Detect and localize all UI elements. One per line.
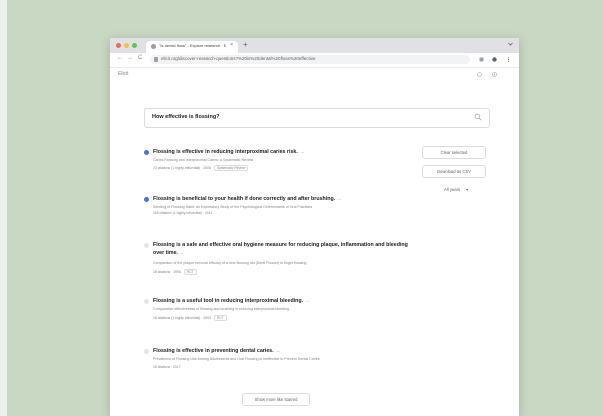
tab-close-icon[interactable]: ×	[230, 42, 233, 48]
claim-source: Caries Flossing and Interproximal Caries…	[153, 158, 254, 162]
claim-citations: 15 citations · 2017	[153, 365, 181, 369]
claim-title[interactable]: Flossing is a safe and effective oral hy…	[153, 242, 408, 256]
show-more-label: Show more like starred	[254, 397, 298, 402]
page-edge	[0, 0, 7, 416]
year-filter-select[interactable]: All years ▾	[444, 187, 468, 192]
tab-bar: "Is dental floss" - Explore research · E…	[110, 38, 519, 53]
claim-item[interactable]: Flossing is a safe and effective oral hy…	[144, 241, 424, 279]
browser-window: "Is dental floss" - Explore research · E…	[110, 38, 519, 416]
tab-title: "Is dental floss" - Explore research · E	[159, 43, 227, 48]
back-button[interactable]: ←	[117, 55, 123, 61]
reload-button[interactable]: C	[138, 55, 142, 61]
study-type-badge: Systematic Review	[213, 165, 249, 171]
chevron-down-icon: ▾	[466, 187, 469, 192]
search-query: How effective is flossing?	[152, 114, 220, 120]
close-window-button[interactable]	[116, 43, 121, 48]
claim-citations: 18 citations · 1998	[153, 270, 181, 274]
claim-meta: 18 citations (1 highly influential) · 20…	[153, 315, 227, 321]
search-input[interactable]: How effective is flossing?	[144, 108, 490, 128]
app-header: Elicit	[110, 68, 519, 82]
selected-check-icon[interactable]	[144, 150, 149, 155]
claim-item[interactable]: Flossing is effective in reducing interp…	[144, 148, 424, 176]
claim-meta: 18 citations · 1998 RCT	[153, 269, 197, 275]
address-bar[interactable]: elicit.org/discover-research-questions?%…	[150, 55, 470, 64]
unselected-check-icon[interactable]	[144, 299, 149, 304]
year-filter-value: All years	[444, 187, 461, 192]
claim-more-icon[interactable]: →	[299, 149, 304, 155]
forward-button[interactable]: →	[127, 55, 133, 61]
claim-item[interactable]: Flossing is effective in preventing dent…	[144, 347, 424, 375]
claim-title[interactable]: Flossing is a useful tool in reducing in…	[153, 298, 303, 304]
study-type-badge: RCT	[213, 315, 227, 321]
claim-title-wrap: Flossing is effective in reducing interp…	[153, 148, 413, 156]
browser-tab[interactable]: "Is dental floss" - Explore research · E…	[146, 41, 238, 53]
unselected-check-icon[interactable]	[144, 349, 149, 354]
claim-citations: 18 citations (1 highly influential) · 20…	[153, 316, 211, 320]
claim-title-wrap: Flossing is beneficial to your health if…	[153, 195, 413, 203]
download-csv-button[interactable]: Download as CSV	[422, 165, 486, 178]
settings-icon[interactable]	[492, 72, 497, 77]
claim-source: Prevalence of Flossing Use Among Adolesc…	[153, 357, 320, 361]
claim-source: Sending of Flossing Habit: an Explorator…	[153, 205, 313, 209]
claim-title[interactable]: Flossing is effective in reducing interp…	[153, 149, 298, 155]
unselected-check-icon[interactable]	[144, 243, 149, 248]
brand-logo[interactable]: Elicit	[118, 71, 129, 77]
claim-more-icon[interactable]: →	[337, 196, 342, 202]
claim-title-wrap: Flossing is effective in preventing dent…	[153, 347, 413, 355]
menu-icon[interactable]	[506, 57, 511, 62]
claim-title[interactable]: Flossing is beneficial to your health if…	[153, 196, 335, 202]
clear-selected-button[interactable]: Clear selected	[422, 146, 486, 159]
search-icon[interactable]	[474, 113, 482, 121]
selected-check-icon[interactable]	[144, 197, 149, 202]
minimize-window-button[interactable]	[124, 43, 129, 48]
study-type-badge: RCT	[183, 269, 197, 275]
claim-meta: 118 citations (1 highly influential) · 2…	[153, 211, 212, 215]
claim-meta: 23 citations (1 highly influential) · 20…	[153, 165, 249, 171]
claim-citations: 23 citations (1 highly influential) · 20…	[153, 166, 211, 170]
help-icon[interactable]	[477, 72, 482, 77]
maximize-window-button[interactable]	[132, 43, 137, 48]
new-tab-button[interactable]: +	[243, 40, 248, 49]
claim-item[interactable]: Flossing is beneficial to your health if…	[144, 195, 424, 219]
claim-item[interactable]: Flossing is a useful tool in reducing in…	[144, 297, 424, 325]
claim-title-wrap: Flossing is a useful tool in reducing in…	[153, 297, 413, 305]
show-more-button[interactable]: Show more like starred	[242, 393, 310, 406]
browser-toolbar: ← → C elicit.org/discover-research-quest…	[110, 53, 519, 68]
claim-more-icon[interactable]: →	[305, 298, 310, 304]
claim-citations: 118 citations (1 highly influential) · 2…	[153, 211, 213, 215]
profile-icon[interactable]	[492, 57, 497, 62]
claim-source: Comparison of the plaque removal efficac…	[153, 261, 307, 265]
claim-meta: 15 citations · 2017	[153, 365, 181, 369]
claim-source: Comparative effectiveness of flossing an…	[153, 307, 289, 311]
favicon-icon	[151, 44, 156, 49]
tab-search-icon[interactable]	[508, 42, 513, 46]
clear-selected-label: Clear selected	[440, 150, 468, 155]
download-csv-label: Download as CSV	[437, 169, 471, 174]
claim-more-icon[interactable]: →	[180, 250, 185, 256]
url-text: elicit.org/discover-research-questions?%…	[161, 56, 316, 61]
lock-icon	[154, 57, 158, 62]
claim-title-wrap: Flossing is a safe and effective oral hy…	[153, 241, 408, 257]
extension-icon[interactable]	[479, 57, 484, 62]
claim-title[interactable]: Flossing is effective in preventing dent…	[153, 348, 274, 354]
claim-more-icon[interactable]: →	[275, 348, 280, 354]
